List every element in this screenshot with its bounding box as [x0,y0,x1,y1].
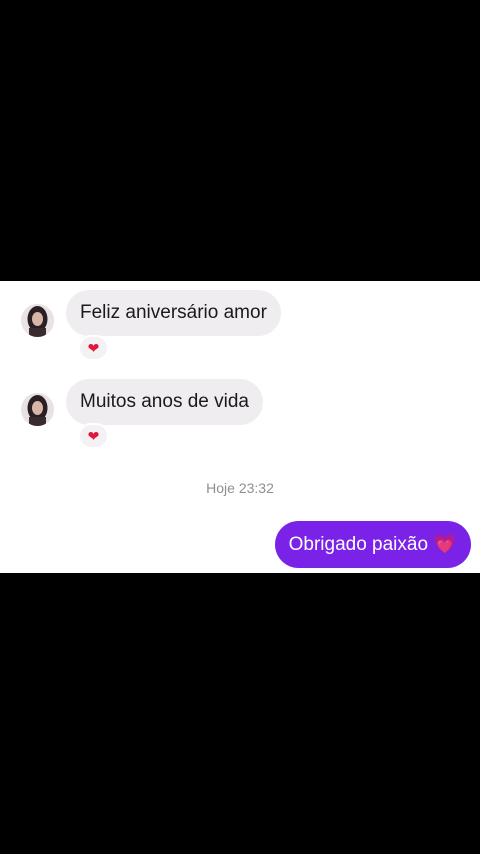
message-reaction[interactable]: ❤ [78,423,109,449]
outgoing-message-text: Obrigado paixão [288,534,429,555]
incoming-message[interactable]: Feliz aniversário amor [66,290,281,336]
incoming-message[interactable]: Muitos anos de vida [66,379,263,425]
pink-heart-icon: 💗 [433,533,457,555]
message-reaction[interactable]: ❤ [78,335,109,361]
contact-avatar[interactable] [21,304,54,337]
contact-avatar[interactable] [21,393,54,426]
outgoing-message[interactable]: Obrigado paixão 💗 [274,521,471,568]
heart-icon: ❤ [87,340,100,356]
avatar-photo [21,393,54,426]
chat-thread: Feliz aniversário amor ❤ Muitos anos de … [0,281,480,573]
heart-icon: ❤ [87,428,100,444]
timestamp: Hoje 23:32 [206,480,274,496]
avatar-photo [21,304,54,337]
